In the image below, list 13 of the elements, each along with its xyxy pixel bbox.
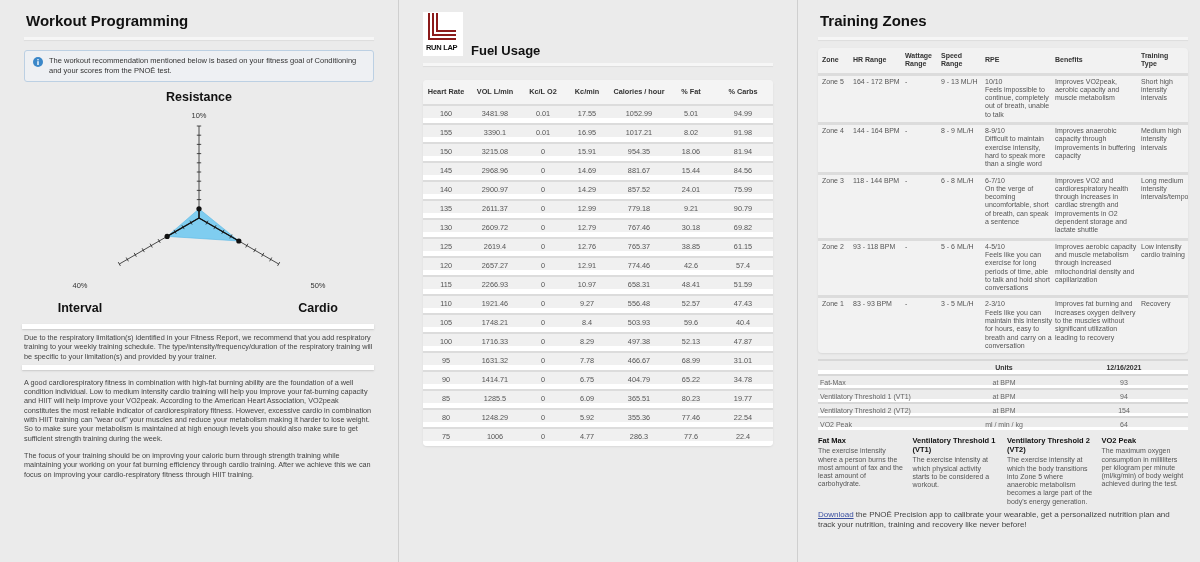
data-point xyxy=(164,233,170,239)
download-note: Download the PNOĒ Precision app to calibrate your wearable, get a personalized nutrition plan and track your nutrition, training and recovery like never before! xyxy=(818,510,1171,530)
axis-label: Resistance xyxy=(166,90,232,104)
logo-stripes-icon xyxy=(426,13,456,43)
download-link[interactable]: Download xyxy=(818,510,854,519)
section-title: Training Zones xyxy=(820,12,928,30)
section-title: Workout Programming xyxy=(26,12,190,30)
data-point xyxy=(236,238,242,244)
axis-label: Cardio xyxy=(298,301,338,315)
axis-label: Interval xyxy=(57,301,103,315)
info-icon xyxy=(33,57,43,67)
section-title: Fuel Usage xyxy=(471,43,541,58)
data-point xyxy=(196,206,202,212)
